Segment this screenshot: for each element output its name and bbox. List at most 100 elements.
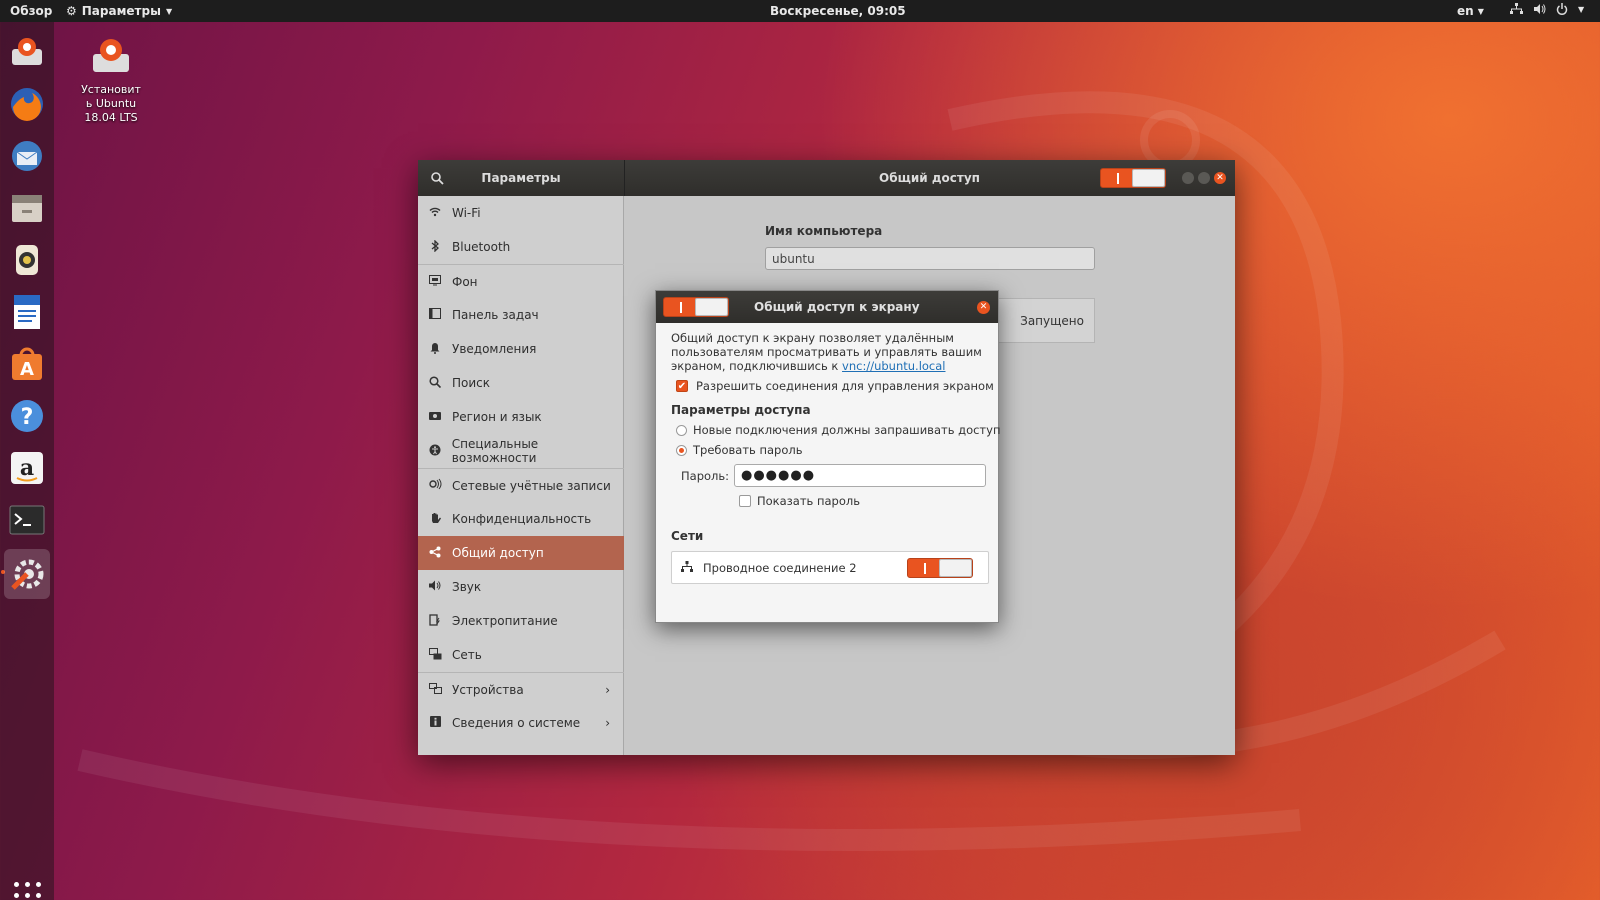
switch-knob	[939, 559, 972, 577]
sidebar-item-label: Конфиденциальность	[452, 512, 592, 526]
terminal-icon[interactable]	[7, 500, 47, 540]
network-wired-icon	[1510, 3, 1523, 14]
activities-button[interactable]: Обзор	[10, 4, 52, 18]
sidebar-item-search[interactable]: Поиск	[418, 366, 624, 400]
devices-icon	[428, 682, 442, 697]
chevron-down-icon: ▼	[1578, 4, 1585, 14]
allow-control-checkbox[interactable]: ✔	[676, 380, 688, 392]
sidebar-item-label: Уведомления	[452, 342, 537, 356]
sidebar-item-network[interactable]: Сеть	[418, 638, 624, 672]
sharing-master-switch[interactable]	[1100, 168, 1166, 188]
sidebar-item-privacy[interactable]: Конфиденциальность	[418, 502, 624, 536]
thunderbird-icon[interactable]	[7, 136, 47, 176]
sidebar-item-label: Специальные возможности	[451, 437, 539, 465]
sidebar-item-region[interactable]: Регион и язык	[418, 400, 624, 434]
app-menu-label: Параметры	[81, 4, 161, 18]
password-field[interactable]	[734, 464, 986, 487]
require-password-label: Требовать пароль	[693, 443, 803, 457]
svg-text:A: A	[20, 359, 34, 380]
allow-control-option[interactable]: ✔ Разрешить соединения для управления эк…	[676, 379, 994, 393]
show-applications-button[interactable]	[14, 882, 42, 900]
rhythmbox-icon[interactable]	[7, 240, 47, 280]
sidebar-item-label: Фон	[452, 274, 478, 289]
sidebar-item-online-accounts[interactable]: Сетевые учётные записи	[418, 468, 624, 502]
show-password-option[interactable]: Показать пароль	[739, 494, 860, 508]
svg-text:?: ?	[21, 405, 34, 430]
switch-knob	[695, 298, 728, 316]
sidebar-item-label: Сетевые учётные записи	[452, 478, 611, 493]
sidebar-item-label: Панель задач	[452, 308, 539, 322]
dock-icon	[428, 308, 442, 322]
dialog-close-button[interactable]: ✕	[977, 301, 990, 314]
sidebar-title: Параметры	[481, 171, 561, 185]
switch-knob	[1132, 169, 1165, 187]
help-icon[interactable]: ?	[7, 396, 47, 436]
sidebar-item-details[interactable]: Сведения о системе ›	[418, 706, 624, 740]
region-icon	[428, 411, 442, 424]
installer-dock-icon[interactable]	[7, 32, 47, 72]
amazon-icon[interactable]: a	[7, 448, 47, 488]
switch-on-mark	[680, 302, 682, 313]
sidebar-item-devices[interactable]: Устройства ›	[418, 672, 624, 706]
sidebar-item-notifications[interactable]: Уведомления	[418, 332, 624, 366]
chevron-down-icon: ▼	[1477, 6, 1484, 16]
power-icon	[1556, 3, 1568, 15]
minimize-button[interactable]	[1182, 172, 1194, 184]
firefox-icon[interactable]	[7, 84, 47, 124]
online-accounts-icon	[428, 478, 442, 493]
network-row[interactable]: Проводное соединение 2	[671, 551, 989, 584]
sidebar-item-bluetooth[interactable]: Bluetooth	[418, 230, 624, 264]
ask-access-option[interactable]: Новые подключения должны запрашивать дос…	[676, 423, 1000, 437]
desktop-installer-shortcut[interactable]: Установит ь Ubuntu 18.04 LTS	[74, 36, 148, 125]
files-icon[interactable]	[7, 188, 47, 228]
language-label: en	[1457, 4, 1474, 18]
sidebar-item-label: Bluetooth	[452, 240, 511, 254]
sidebar-item-sound[interactable]: Звук	[418, 570, 624, 604]
search-icon	[428, 375, 442, 391]
sidebar-item-accessibility[interactable]: Специальные возможности	[418, 434, 624, 468]
vnc-link[interactable]: vnc://ubuntu.local	[842, 359, 945, 373]
ask-access-radio[interactable]	[676, 424, 687, 436]
close-button[interactable]: ✕	[1214, 172, 1226, 184]
computer-name-input[interactable]	[765, 247, 1095, 270]
sidebar-item-label: Поиск	[452, 376, 491, 390]
password-label: Пароль:	[681, 469, 730, 483]
sidebar-item-power[interactable]: Электропитание	[418, 604, 624, 638]
sidebar-item-label: Сеть	[452, 648, 482, 662]
settings-sidebar: Wi-Fi Bluetooth Фон Панель задач Уведомл…	[418, 196, 624, 755]
window-controls: ✕	[1182, 172, 1226, 184]
access-options-header: Параметры доступа	[671, 403, 811, 417]
sidebar-item-background[interactable]: Фон	[418, 264, 624, 298]
require-password-radio[interactable]	[676, 444, 687, 456]
chevron-right-icon: ›	[605, 682, 610, 697]
require-password-option[interactable]: Требовать пароль	[676, 443, 803, 457]
screen-sharing-dialog: Общий доступ к экрану ✕ Общий доступ к э…	[655, 290, 1000, 623]
show-password-checkbox[interactable]	[739, 495, 751, 507]
dialog-titlebar[interactable]: Общий доступ к экрану ✕	[656, 291, 998, 323]
sidebar-item-dock[interactable]: Панель задач	[418, 298, 624, 332]
system-menu[interactable]: ▼	[1510, 3, 1584, 15]
network-switch[interactable]	[907, 558, 973, 578]
bluetooth-icon	[428, 238, 442, 255]
network-wired-icon	[681, 561, 693, 575]
clock[interactable]: Воскресенье, 09:05	[770, 4, 906, 18]
language-indicator[interactable]: en ▼	[1457, 4, 1484, 18]
sidebar-item-sharing[interactable]: Общий доступ	[418, 536, 624, 570]
maximize-button[interactable]	[1198, 172, 1210, 184]
screen-sharing-switch[interactable]	[663, 297, 729, 317]
window-titlebar[interactable]: Параметры Общий доступ ✕	[418, 160, 1235, 196]
ask-access-label: Новые подключения должны запрашивать дос…	[693, 423, 1001, 437]
software-center-icon[interactable]: A	[7, 344, 47, 384]
settings-icon[interactable]	[4, 549, 50, 599]
installer-label: Установит ь Ubuntu 18.04 LTS	[81, 83, 141, 124]
chevron-down-icon: ▼	[165, 6, 173, 16]
computer-name-label: Имя компьютера	[765, 224, 883, 238]
writer-icon[interactable]	[7, 292, 47, 332]
volume-icon	[1534, 4, 1546, 14]
sidebar-item-wifi[interactable]: Wi-Fi	[418, 196, 624, 230]
speaker-icon	[428, 580, 442, 594]
svg-text:a: a	[20, 455, 34, 481]
bell-icon	[428, 342, 442, 357]
dock: A ? a	[0, 22, 54, 900]
app-menu[interactable]: ⚙ Параметры ▼	[66, 4, 172, 18]
